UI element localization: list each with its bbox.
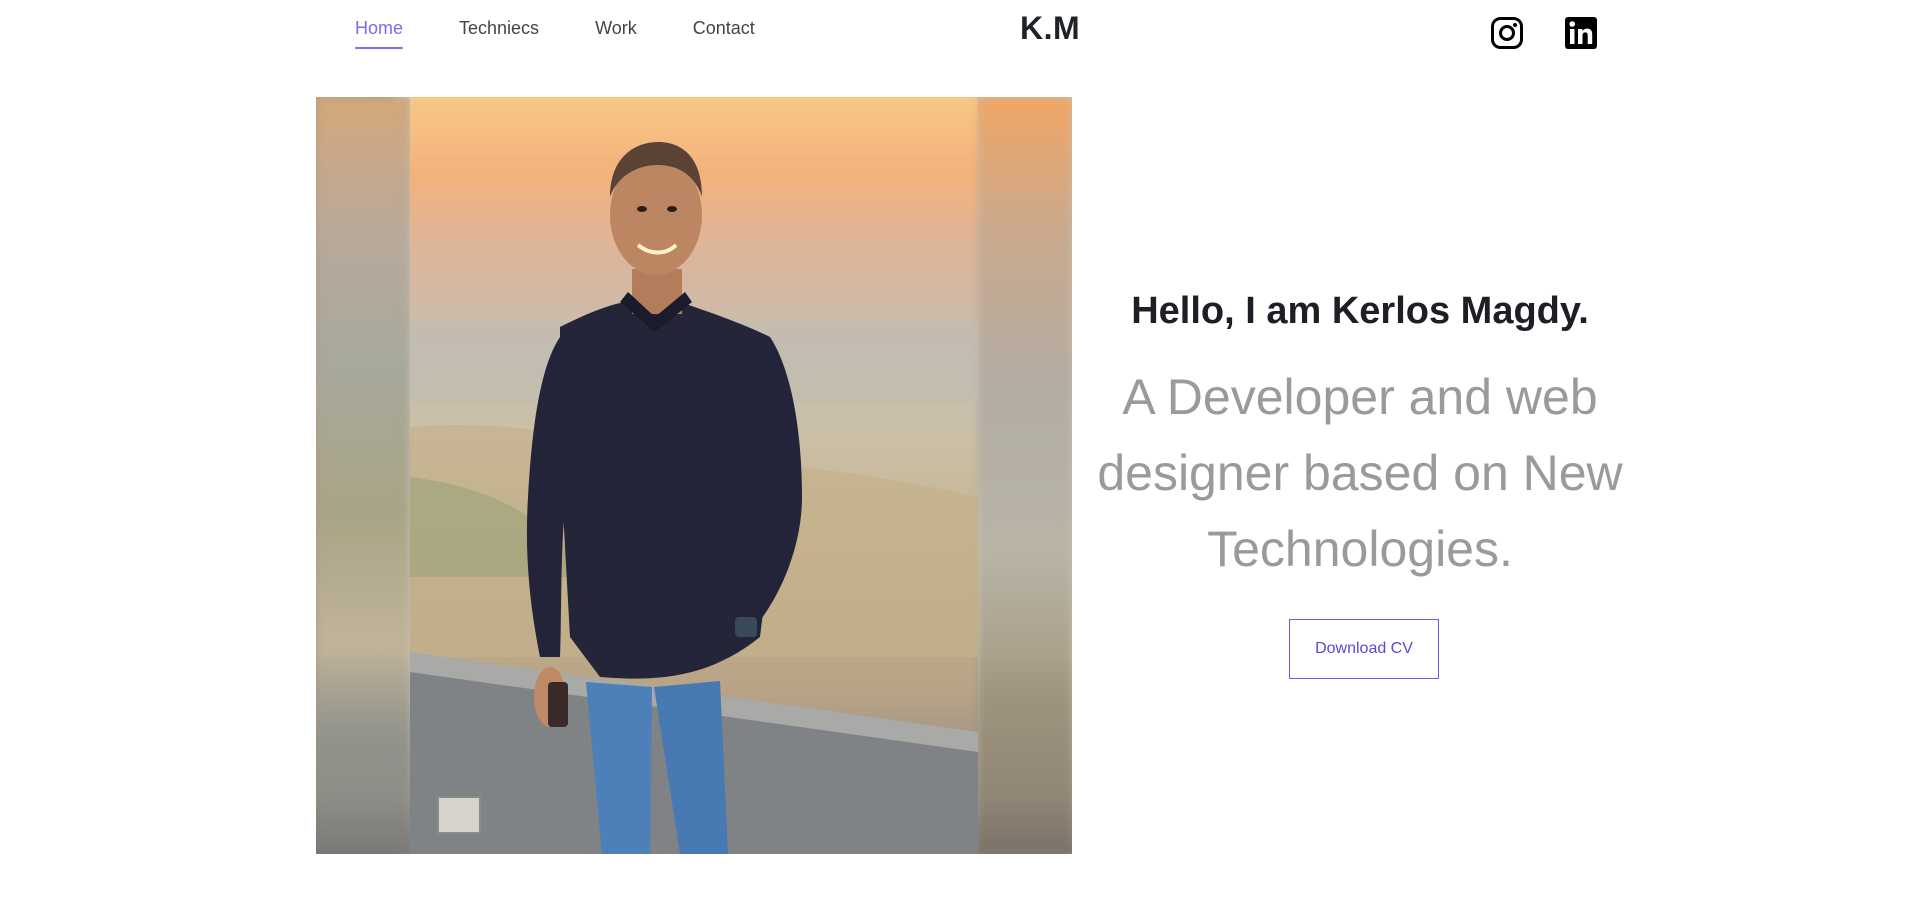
download-cv-button[interactable]: Download CV [1289,619,1439,679]
linkedin-link[interactable] [1564,16,1598,50]
instagram-link[interactable] [1490,16,1524,50]
hero-text: Hello, I am Kerlos Magdy. A Developer an… [1090,290,1630,587]
main-nav: Home Techniecs Work Contact [355,18,811,49]
linkedin-icon [1565,17,1597,49]
brand-logo[interactable]: K.M [1020,10,1080,47]
page: Home Techniecs Work Contact K.M Hello, I… [0,0,1920,919]
profile-photo [316,97,1072,854]
person-figure [410,142,978,854]
nav-contact[interactable]: Contact [693,18,755,49]
nav-work[interactable]: Work [595,18,637,49]
hero-tagline: A Developer and web designer based on Ne… [1097,369,1623,577]
hero-greeting: Hello, I am Kerlos Magdy. [1131,290,1589,332]
nav-techniecs[interactable]: Techniecs [459,18,539,49]
instagram-icon [1491,17,1523,49]
social-links [1490,16,1638,50]
nav-home[interactable]: Home [355,18,404,49]
